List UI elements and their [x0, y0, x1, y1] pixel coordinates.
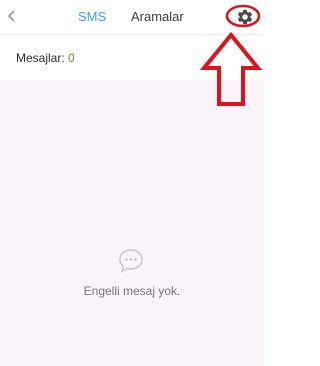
- message-list: Engelli mesaj yok.: [0, 80, 264, 366]
- gear-icon: [237, 9, 253, 25]
- chat-bubble-icon: [119, 249, 143, 273]
- message-count-value: 0: [68, 51, 75, 65]
- settings-button[interactable]: [236, 8, 254, 26]
- tab-sms[interactable]: SMS: [78, 9, 106, 25]
- message-count-bar: Mesajlar: 0: [0, 34, 264, 80]
- message-count-label: Mesajlar:: [16, 51, 65, 65]
- top-bar: SMS Aramalar: [0, 0, 264, 34]
- back-button[interactable]: [4, 5, 20, 27]
- tab-aramalar[interactable]: Aramalar: [131, 9, 184, 25]
- chevron-left-icon: [8, 10, 15, 22]
- message-count: Mesajlar: 0: [16, 51, 75, 65]
- empty-state-text: Engelli mesaj yok.: [83, 284, 181, 298]
